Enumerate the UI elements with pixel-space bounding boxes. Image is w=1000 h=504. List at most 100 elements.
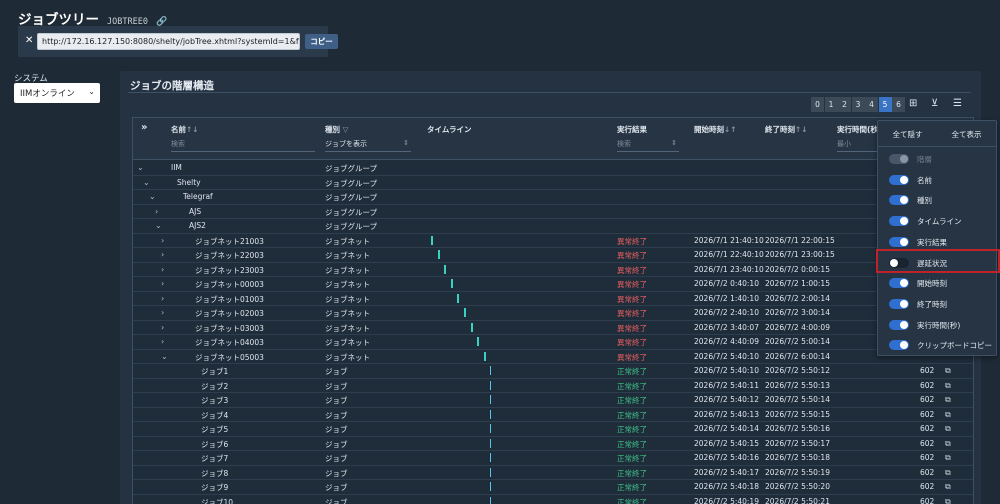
toggle-switch[interactable]: [889, 216, 909, 227]
table-row[interactable]: ジョブ7 ジョブ 正常終了 2026/7/2 5:40:16 2026/7/2 5:50…: [133, 451, 973, 466]
toggle-switch[interactable]: [889, 298, 909, 309]
column-header-end[interactable]: 終了時刻↑↓: [765, 124, 808, 135]
level-button-1[interactable]: 1: [824, 97, 838, 112]
table-row[interactable]: ⌄ Telegraf ジョブグループ: [133, 190, 973, 205]
chevron-right-icon[interactable]: ›: [161, 337, 164, 346]
table-row[interactable]: ジョブ10 ジョブ 正常終了 2026/7/2 5:40:19 2026/7/2 5:5…: [133, 495, 973, 504]
table-row[interactable]: ジョブ9 ジョブ 正常終了 2026/7/2 5:40:18 2026/7/2 5:50…: [133, 480, 973, 495]
level-button-3[interactable]: 3: [851, 97, 865, 112]
toggle-switch[interactable]: [889, 174, 909, 185]
table-row[interactable]: › ジョブネット00003 ジョブネット 異常終了 2026/7/2 0:40:10 20…: [133, 277, 973, 292]
table-row[interactable]: ⌄ ジョブネット05003 ジョブネット 異常終了 2026/7/2 5:40:10 20…: [133, 350, 973, 364]
table-row[interactable]: ジョブ6 ジョブ 正常終了 2026/7/2 5:40:15 2026/7/2 5:50…: [133, 437, 973, 451]
row-result: 異常終了: [617, 309, 647, 318]
level-button-6[interactable]: 6: [892, 97, 905, 112]
result-filter-input[interactable]: 検索 ⇕: [617, 138, 679, 152]
chevron-right-icon[interactable]: ›: [161, 250, 164, 259]
chevron-down-icon[interactable]: ⌄: [149, 192, 156, 201]
toggle-switch[interactable]: [889, 236, 909, 247]
chevron-right-icon[interactable]: ›: [161, 323, 164, 332]
toggle-switch[interactable]: [889, 319, 909, 330]
column-header-result[interactable]: 実行結果: [617, 124, 647, 135]
chevron-down-icon[interactable]: ⌄: [161, 352, 168, 361]
timeline-bar: [490, 424, 492, 433]
chevron-down-icon[interactable]: ⌄: [137, 163, 144, 172]
copy-icon[interactable]: ⧉: [945, 381, 951, 391]
table-row[interactable]: ⌄ Shelty ジョブグループ: [133, 176, 973, 190]
column-header-timeline[interactable]: タイムライン: [427, 124, 471, 135]
copy-icon[interactable]: ⧉: [945, 482, 951, 492]
column-header-kind[interactable]: 種別 ▽: [325, 124, 348, 135]
table-row[interactable]: › ジョブネット04003 ジョブネット 異常終了 2026/7/2 4:40:09 20…: [133, 335, 973, 350]
chevron-right-icon[interactable]: ›: [161, 308, 164, 317]
row-end-time: 2026/7/2 5:50:21: [765, 496, 830, 504]
table-row[interactable]: ジョブ3 ジョブ 正常終了 2026/7/2 5:40:12 2026/7/2 5:50…: [133, 393, 973, 408]
toggle-switch[interactable]: [889, 340, 909, 351]
column-toggle-item[interactable]: クリップボードコピー: [878, 335, 996, 355]
level-button-4[interactable]: 4: [865, 97, 878, 112]
toggle-switch[interactable]: [889, 278, 909, 289]
kind-filter-select[interactable]: ジョブを表示 ⇕: [325, 138, 411, 152]
copy-icon[interactable]: ⧉: [945, 468, 951, 478]
copy-icon[interactable]: ⧉: [945, 410, 951, 420]
table-row[interactable]: ジョブ5 ジョブ 正常終了 2026/7/2 5:40:14 2026/7/2 5:50…: [133, 422, 973, 437]
column-header-duration[interactable]: 実行時間(秒): [837, 124, 881, 135]
copy-icon[interactable]: ⧉: [945, 424, 951, 434]
column-toggle-item[interactable]: 実行時間(秒): [878, 315, 996, 335]
hide-all-button[interactable]: 全て隠す: [893, 129, 923, 140]
table-row[interactable]: › ジョブネット23003 ジョブネット 異常終了 2026/7/1 23:40:10 2…: [133, 263, 973, 277]
chevron-down-icon[interactable]: ⌄: [155, 221, 162, 230]
column-toggle-label: タイムライン: [917, 217, 962, 227]
table-row[interactable]: › ジョブネット21003 ジョブネット 異常終了 2026/7/1 21:40:10 2…: [133, 234, 973, 248]
copy-url-button[interactable]: コピー: [305, 34, 338, 49]
level-button-5[interactable]: 5: [878, 97, 892, 112]
table-row[interactable]: › ジョブネット03003 ジョブネット 異常終了 2026/7/2 3:40:07 20…: [133, 321, 973, 335]
column-toggle-item[interactable]: 名前: [878, 170, 996, 190]
url-field[interactable]: http://172.16.127.150:8080/shelty/jobTre…: [37, 33, 300, 50]
chevron-right-icon[interactable]: ›: [161, 294, 164, 303]
chevron-right-icon[interactable]: ›: [161, 265, 164, 274]
duration-min-input[interactable]: 最小: [837, 138, 877, 152]
column-toggle-item[interactable]: 種別: [878, 190, 996, 210]
table-icon[interactable]: ⊞: [909, 98, 917, 109]
table-row[interactable]: ジョブ4 ジョブ 正常終了 2026/7/2 5:40:13 2026/7/2 5:50…: [133, 408, 973, 422]
row-duration: 602: [920, 424, 935, 433]
copy-icon[interactable]: ⧉: [945, 395, 951, 405]
expand-all-icon[interactable]: »: [141, 122, 147, 133]
chevron-right-icon[interactable]: ›: [155, 207, 158, 216]
chevron-right-icon[interactable]: ›: [161, 236, 164, 245]
table-row[interactable]: ジョブ2 ジョブ 正常終了 2026/7/2 5:40:11 2026/7/2 5:50…: [133, 379, 973, 393]
table-row[interactable]: › ジョブネット01003 ジョブネット 異常終了 2026/7/2 1:40:10 20…: [133, 292, 973, 306]
table-row[interactable]: › AJS ジョブグループ: [133, 205, 973, 219]
column-toggle-item[interactable]: 終了時刻: [878, 294, 996, 314]
copy-icon[interactable]: ⧉: [945, 366, 951, 376]
table-row[interactable]: ⌄ AJS2 ジョブグループ: [133, 219, 973, 234]
table-row[interactable]: ジョブ1 ジョブ 正常終了 2026/7/2 5:40:10 2026/7/2 5:50…: [133, 364, 973, 379]
level-button-2[interactable]: 2: [838, 97, 851, 112]
table-row[interactable]: › ジョブネット02003 ジョブネット 異常終了 2026/7/2 2:40:10 20…: [133, 306, 973, 321]
table-row[interactable]: ⌄ IIM ジョブグループ: [133, 161, 973, 176]
filter-clear-icon[interactable]: ⊻: [931, 98, 938, 109]
column-toggle-item[interactable]: タイムライン: [878, 211, 996, 231]
copy-icon[interactable]: ⧉: [945, 497, 951, 504]
table-row[interactable]: ジョブ8 ジョブ 正常終了 2026/7/2 5:40:17 2026/7/2 5:50…: [133, 466, 973, 480]
column-header-name[interactable]: 名前↑↓: [171, 124, 199, 135]
chevron-down-icon[interactable]: ⌄: [143, 178, 150, 187]
close-icon[interactable]: ✕: [25, 35, 33, 46]
column-toggle-item[interactable]: 開始時刻: [878, 273, 996, 293]
level-button-0[interactable]: 0: [811, 97, 824, 112]
name-filter-input[interactable]: 検索: [171, 138, 315, 152]
show-all-button[interactable]: 全て表示: [952, 129, 982, 140]
row-end-time: 2026/7/2 2:00:14: [765, 293, 830, 303]
table-row[interactable]: › ジョブネット22003 ジョブネット 異常終了 2026/7/1 22:40:10 2…: [133, 248, 973, 263]
copy-icon[interactable]: ⧉: [945, 439, 951, 449]
system-select[interactable]: IIMオンライン ⌄: [14, 83, 100, 103]
toggle-switch[interactable]: [889, 195, 909, 206]
toggle-knob: [900, 217, 908, 226]
row-result: 正常終了: [617, 367, 647, 376]
chevron-right-icon[interactable]: ›: [161, 279, 164, 288]
copy-icon[interactable]: ⧉: [945, 453, 951, 463]
column-toggle-item[interactable]: 階層: [878, 149, 996, 169]
columns-icon[interactable]: ☰: [953, 98, 962, 109]
column-header-start[interactable]: 開始時刻↓↑: [694, 124, 737, 135]
